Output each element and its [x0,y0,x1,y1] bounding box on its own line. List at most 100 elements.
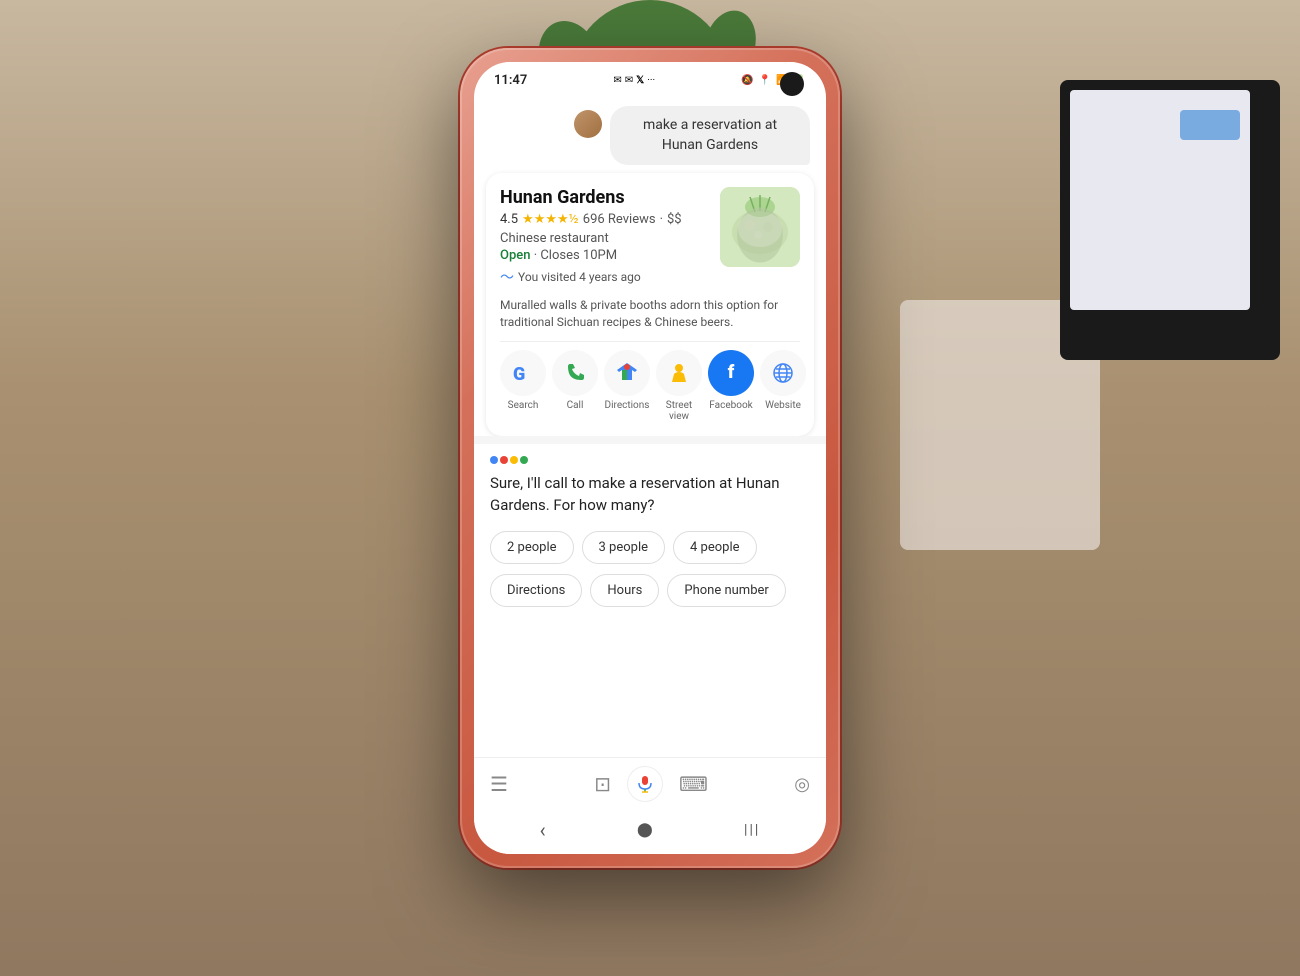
assistant-response-text: Sure, I'll call to make a reservation at… [490,472,810,517]
closing-time: Closes 10PM [540,248,617,263]
input-bottom-bar: ☰ ⊡ ⌨ ◎ [474,757,826,810]
email-icon-2: ✉ [625,75,633,86]
user-avatar [574,110,602,138]
phone-device: 11:47 ✉ ✉ 𝕏 ··· 🔕 📍 📶 🔋 [460,48,840,868]
card-info-section: Hunan Gardens 4.5 ★★★★½ 696 Reviews · $$… [500,187,710,287]
phone-screen: 11:47 ✉ ✉ 𝕏 ··· 🔕 📍 📶 🔋 [474,62,826,854]
street-view-icon-circle [656,350,702,396]
phone-icon [564,362,586,384]
dot-blue [490,456,498,464]
chip-hours-label: Hours [607,583,642,598]
assistant-response-area: Sure, I'll call to make a reservation at… [474,444,826,757]
chip-4-people[interactable]: 4 people [673,531,757,564]
place-type: Chinese restaurant [500,231,710,246]
chip-hours[interactable]: Hours [590,574,659,607]
visit-chart-icon: 〜 [500,267,514,287]
facebook-f-letter: f [728,362,735,383]
globe-icon [772,362,794,384]
notification-icons: ✉ ✉ 𝕏 ··· [613,75,655,86]
street-view-icon [666,360,692,386]
back-button[interactable]: ‹ [540,818,546,842]
assistant-header [490,456,810,464]
place-description: Muralled walls & private booths adorn th… [500,297,800,331]
price-range: $$ [667,212,682,227]
facebook-label: Facebook [709,400,752,411]
street-view-action[interactable]: Street view [656,350,702,422]
search-action[interactable]: G Search [500,350,546,422]
screen-icon[interactable]: ⊡ [594,772,611,796]
monitor-screen [1070,90,1250,310]
front-camera [780,72,804,96]
facebook-action[interactable]: f Facebook [708,350,754,422]
maps-icon [614,360,640,386]
place-image [720,187,800,267]
star-rating: ★★★★½ [522,212,579,227]
open-status: Open [500,248,530,263]
chip-3-people[interactable]: 3 people [582,531,666,564]
assistant-logo [490,456,528,464]
phone-body: 11:47 ✉ ✉ 𝕏 ··· 🔕 📍 📶 🔋 [460,48,840,868]
more-notifications: ··· [647,75,655,86]
chip-phone-number[interactable]: Phone number [667,574,785,607]
user-query-text: make a reservation at Hunan Gardens [643,117,777,153]
directions-label: Directions [605,400,650,411]
center-icons: ⊡ ⌨ [594,766,708,802]
twitter-icon: 𝕏 [636,75,644,86]
place-info-card: Hunan Gardens 4.5 ★★★★½ 696 Reviews · $$… [486,173,814,436]
food-image-svg [720,187,800,267]
background-monitor [1060,80,1280,360]
dot-red [500,456,508,464]
status-time: 11:47 [494,73,527,88]
facebook-icon-circle: f [708,350,754,396]
chip-4-people-label: 4 people [690,540,740,555]
compass-icon[interactable]: ◎ [794,774,810,795]
place-hours: Open · Closes 10PM [500,248,710,263]
section-divider [474,436,826,444]
location-icon: 📍 [759,75,771,86]
search-icon-circle: G [500,350,546,396]
website-action[interactable]: Website [760,350,806,422]
user-query-area: make a reservation at Hunan Gardens [474,94,826,173]
chip-2-people[interactable]: 2 people [490,531,574,564]
rating-number: 4.5 [500,212,518,227]
review-count: 696 Reviews [583,212,656,227]
chip-3-people-label: 3 people [599,540,649,555]
visit-history: 〜 You visited 4 years ago [500,267,710,287]
chip-directions[interactable]: Directions [490,574,582,607]
directions-action[interactable]: Directions [604,350,650,422]
dot-yellow [510,456,518,464]
visit-text: You visited 4 years ago [518,270,641,284]
microphone-icon [636,775,654,793]
suggestion-chips-row-1: 2 people 3 people 4 people [490,531,810,564]
svg-text:G: G [513,364,525,385]
media-icon[interactable]: ☰ [490,772,508,796]
microphone-button[interactable] [627,766,663,802]
suggestion-chips-row-2: Directions Hours Phone number [490,574,810,607]
card-divider [500,341,800,342]
chip-directions-label: Directions [507,583,565,598]
website-label: Website [765,400,801,411]
email-icon-1: ✉ [613,75,621,86]
chip-2-people-label: 2 people [507,540,557,555]
chip-phone-number-label: Phone number [684,583,768,598]
user-query-bubble: make a reservation at Hunan Gardens [610,106,810,165]
dot-green [520,456,528,464]
search-label: Search [508,400,539,411]
recents-button[interactable]: ||| [744,822,760,838]
call-label: Call [567,400,584,411]
action-buttons-row: G Search Call [500,350,800,422]
separator-1: · [660,212,663,227]
call-icon-circle [552,350,598,396]
home-button[interactable]: ⬤ [637,822,653,838]
place-name: Hunan Gardens [500,187,710,208]
status-bar: 11:47 ✉ ✉ 𝕏 ··· 🔕 📍 📶 🔋 [474,62,826,94]
keyboard-icon[interactable]: ⌨ [679,772,708,796]
call-action[interactable]: Call [552,350,598,422]
street-view-label: Street view [656,400,702,422]
rating-row: 4.5 ★★★★½ 696 Reviews · $$ [500,212,710,227]
navigation-bar: ‹ ⬤ ||| [474,810,826,854]
google-search-icon: G [510,360,536,386]
website-icon-circle [760,350,806,396]
directions-icon-circle [604,350,650,396]
mute-icon: 🔕 [741,75,753,86]
